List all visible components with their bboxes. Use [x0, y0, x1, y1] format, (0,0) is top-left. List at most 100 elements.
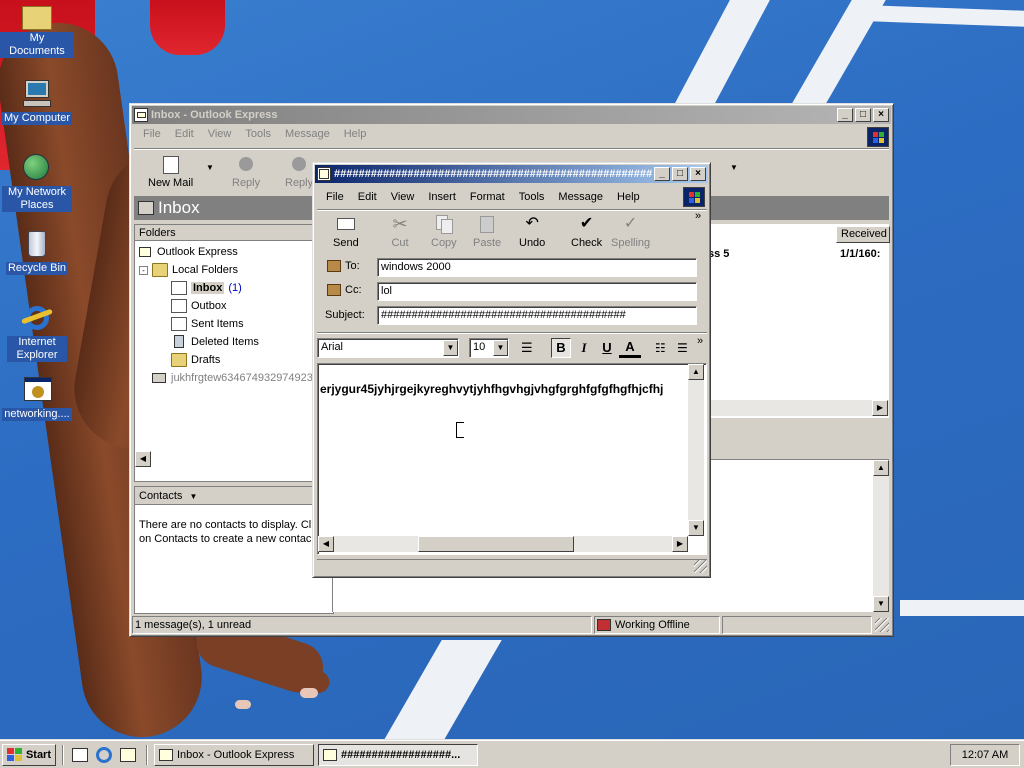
compose-menu-tools[interactable]: Tools: [512, 188, 552, 206]
resize-grip-icon[interactable]: [875, 618, 889, 632]
body-scroll-right[interactable]: ▶: [672, 536, 688, 552]
tree-item-inbox[interactable]: Inbox (1): [171, 279, 242, 297]
to-label-row[interactable]: To:: [327, 260, 360, 272]
compose-menu-edit[interactable]: Edit: [351, 188, 384, 206]
taskbar-separator: [146, 745, 148, 765]
message-body[interactable]: erjygur45jyhjrgejkyreghvytjyhfhgvhgjvhgf…: [317, 363, 707, 555]
bulleted-list-icon[interactable]: ☰: [677, 340, 695, 356]
maximize-button[interactable]: □: [855, 108, 871, 122]
compose-resize-grip-icon[interactable]: [694, 560, 707, 573]
minimize-button[interactable]: _: [837, 108, 853, 122]
compose-menu-file[interactable]: File: [319, 188, 351, 206]
body-scroll-up[interactable]: ▲: [688, 364, 704, 380]
toolbar-dropdown-icon[interactable]: ▼: [730, 163, 738, 172]
tree-item-account[interactable]: jukhfrgtew634674932974923: [151, 369, 313, 387]
menu-help[interactable]: Help: [337, 125, 374, 143]
status-messages: 1 message(s), 1 unread: [132, 616, 592, 634]
tree-label: Outlook Express: [157, 246, 238, 258]
numbered-list-icon[interactable]: ☷: [655, 340, 673, 356]
new-mail-icon: [160, 153, 182, 175]
cc-label-row[interactable]: Cc:: [327, 284, 362, 296]
body-hscroll-thumb[interactable]: [418, 536, 574, 552]
font-name-select[interactable]: Arial: [317, 338, 459, 358]
menu-message[interactable]: Message: [278, 125, 337, 143]
compose-menu-format[interactable]: Format: [463, 188, 512, 206]
desktop-icon-network-places[interactable]: My Network Places: [0, 152, 74, 212]
tree-item-deleted-items[interactable]: Deleted Items: [171, 333, 259, 351]
formatting-bar: Arial ▼ 10 ▼ ☰ B I U A ☷ ☰ »: [317, 332, 707, 360]
tree-item-outlook-express[interactable]: Outlook Express: [137, 243, 238, 261]
body-scroll-left[interactable]: ◀: [318, 536, 334, 552]
quicklaunch-outlook-icon[interactable]: [120, 748, 136, 762]
preview-vscroll[interactable]: [873, 460, 889, 612]
outlook-menubar: File Edit View Tools Message Help: [130, 124, 893, 147]
underline-button[interactable]: U: [597, 338, 617, 358]
subject-field[interactable]: ########################################: [377, 306, 697, 325]
font-color-button[interactable]: A: [619, 338, 641, 358]
tree-item-sent-items[interactable]: Sent Items: [171, 315, 244, 333]
contacts-header[interactable]: Contacts ▼: [135, 487, 333, 505]
desktop-icon-my-documents[interactable]: My Documents: [0, 2, 74, 58]
message-row[interactable]: ss 5 1/1/160:: [704, 246, 889, 262]
folders-scroll-left[interactable]: ◀: [135, 451, 151, 467]
preview-scroll-up[interactable]: ▲: [873, 460, 889, 476]
format-overflow-icon[interactable]: »: [697, 335, 703, 347]
to-field[interactable]: windows 2000: [377, 258, 697, 277]
desktop-icon-recycle-bin[interactable]: Recycle Bin: [0, 228, 74, 275]
paragraph-style-icon[interactable]: ☰: [521, 340, 541, 356]
compose-menu-help[interactable]: Help: [610, 188, 647, 206]
preview-scroll-down[interactable]: ▼: [873, 596, 889, 612]
compose-maximize-button[interactable]: □: [672, 167, 688, 181]
drafts-icon: [171, 353, 187, 367]
menu-tools[interactable]: Tools: [238, 125, 278, 143]
message-list-scroll-right[interactable]: ▶: [872, 400, 888, 416]
tree-item-outbox[interactable]: Outbox: [171, 297, 226, 315]
toolbar-overflow-icon[interactable]: »: [695, 210, 701, 222]
compose-menu-message[interactable]: Message: [551, 188, 610, 206]
compose-close-button[interactable]: ×: [690, 167, 706, 181]
start-button[interactable]: Start: [2, 744, 56, 766]
quicklaunch-ie-icon[interactable]: [96, 747, 112, 763]
tree-item-local-folders[interactable]: - Local Folders: [139, 261, 238, 279]
column-header-received[interactable]: Received: [836, 226, 890, 243]
quicklaunch-show-desktop-icon[interactable]: [72, 748, 88, 762]
compose-minimize-button[interactable]: _: [654, 167, 670, 181]
menu-edit[interactable]: Edit: [168, 125, 201, 143]
desktop-icon-internet-explorer[interactable]: Internet Explorer: [0, 302, 74, 362]
copy-button[interactable]: Copy: [425, 213, 463, 249]
compose-titlebar[interactable]: ########################################…: [315, 165, 708, 183]
paste-button[interactable]: Paste: [467, 213, 507, 249]
finger-nail: [235, 700, 251, 709]
tree-item-drafts[interactable]: Drafts: [171, 351, 220, 369]
close-button[interactable]: ×: [873, 108, 889, 122]
taskbar-item-outlook[interactable]: Inbox - Outlook Express: [154, 744, 314, 766]
cc-field[interactable]: lol: [377, 282, 697, 301]
reply-button[interactable]: Reply: [226, 153, 266, 189]
body-scroll-down[interactable]: ▼: [688, 520, 704, 536]
send-button[interactable]: Send: [327, 213, 365, 249]
new-mail-button[interactable]: New Mail: [142, 153, 199, 189]
collapse-icon[interactable]: -: [139, 265, 148, 275]
taskbar-item-compose[interactable]: ##################...: [318, 744, 478, 766]
outlook-titlebar[interactable]: Inbox - Outlook Express _ □ ×: [132, 106, 891, 124]
font-size-dropdown-icon[interactable]: ▼: [493, 340, 508, 356]
message-list-hscroll[interactable]: [704, 400, 889, 416]
bold-button[interactable]: B: [551, 338, 571, 358]
cut-button[interactable]: ✂ Cut: [383, 213, 417, 249]
desktop-icon-label: Recycle Bin: [5, 262, 69, 275]
compose-menu-view[interactable]: View: [384, 188, 422, 206]
compose-menu-insert[interactable]: Insert: [421, 188, 463, 206]
undo-button[interactable]: ↶ Undo: [513, 213, 551, 249]
font-name-dropdown-icon[interactable]: ▼: [443, 340, 458, 356]
clock[interactable]: 12:07 AM: [962, 749, 1008, 761]
spelling-button[interactable]: ✓ Spelling: [605, 213, 656, 249]
desktop-icon-my-computer[interactable]: My Computer: [0, 78, 74, 125]
body-vscroll[interactable]: [688, 364, 704, 536]
check-button[interactable]: ✔ Check: [565, 213, 608, 249]
menu-file[interactable]: File: [136, 125, 168, 143]
new-mail-dropdown-icon[interactable]: ▼: [206, 163, 214, 172]
menu-view[interactable]: View: [201, 125, 239, 143]
desktop-icon-networking[interactable]: networking....: [0, 374, 74, 421]
sent-items-icon: [171, 317, 187, 331]
italic-button[interactable]: I: [574, 338, 594, 358]
